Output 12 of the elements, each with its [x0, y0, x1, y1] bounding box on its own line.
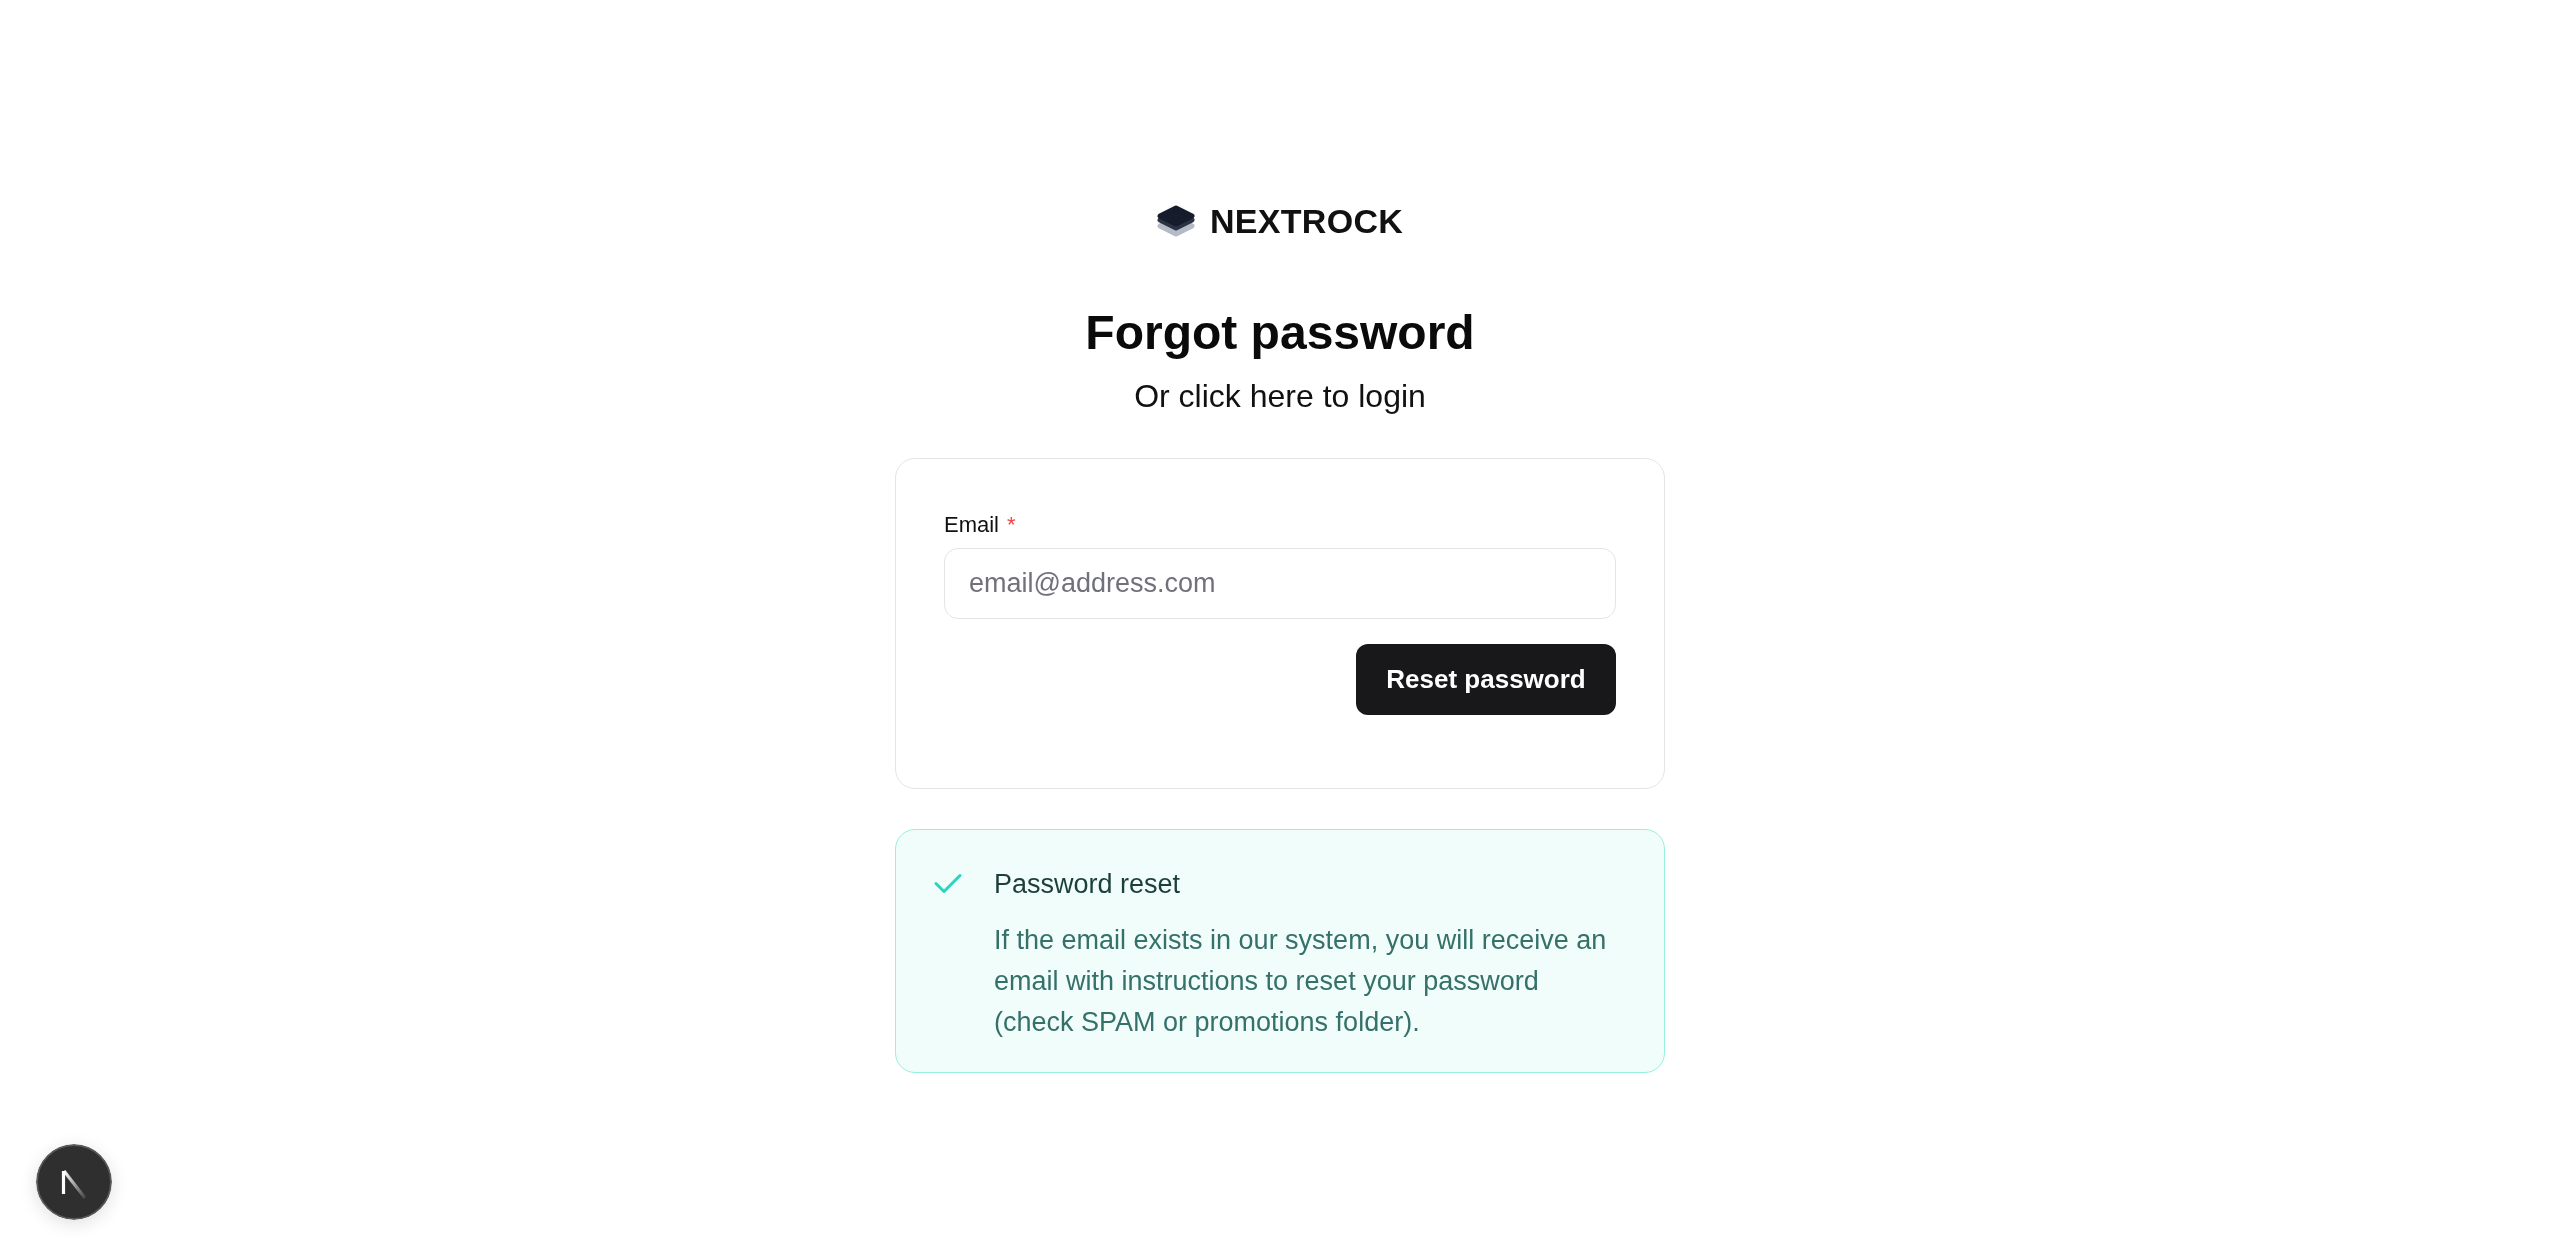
reset-password-button[interactable]: Reset password — [1356, 644, 1616, 715]
required-mark: * — [1007, 511, 1016, 539]
check-icon — [934, 873, 962, 894]
email-field[interactable]: email@address.com — [944, 548, 1616, 619]
layers-icon — [1156, 205, 1195, 237]
logo-icon[interactable] — [36, 1144, 112, 1220]
alert-message: If the email exists in our system, you will receive an email with instructions to reset your password (check SPAM or promotions folder). — [994, 924, 1608, 1039]
brand-name: NEXTROCK — [1209, 201, 1404, 241]
login-link[interactable]: Or click here to login — [1134, 376, 1426, 416]
page-title: Forgot password — [1085, 305, 1475, 361]
field-label: Email — [944, 511, 999, 539]
alert-title: Password reset — [994, 868, 1182, 901]
